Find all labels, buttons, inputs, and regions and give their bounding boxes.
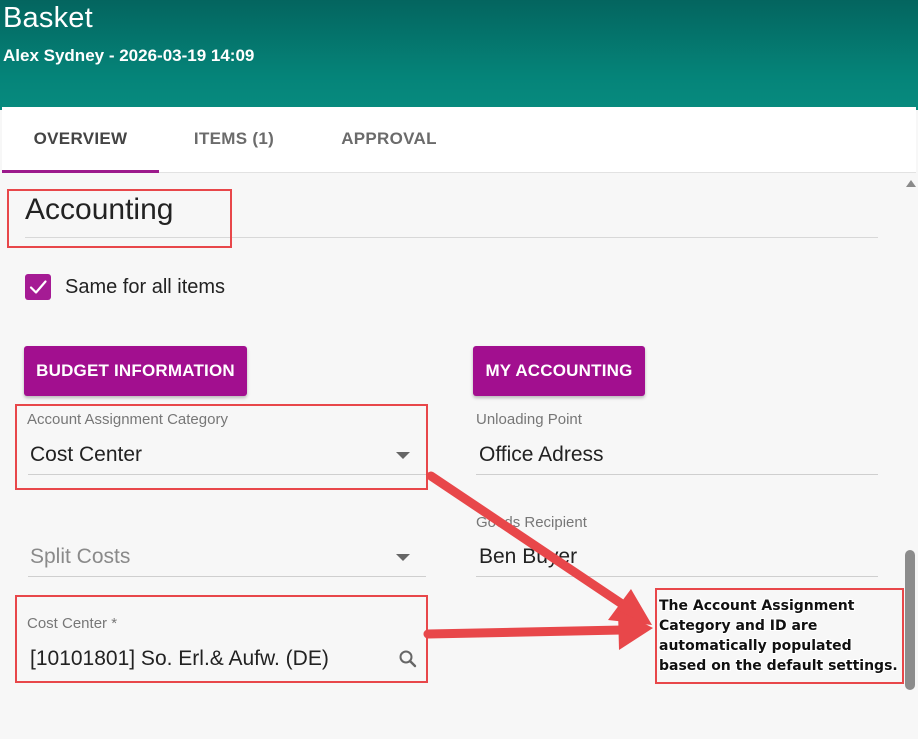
cost-center-value[interactable]: [10101801] So. Erl.& Aufw. (DE) [30,647,329,671]
dropdown-arrow-icon[interactable] [396,554,410,561]
field-underline [476,576,878,577]
account-assignment-label: Account Assignment Category [27,411,228,428]
tab-items[interactable]: ITEMS (1) [159,107,309,173]
budget-information-button[interactable]: BUDGET INFORMATION [24,346,247,396]
tab-approval[interactable]: APPROVAL [309,107,469,173]
page-title: Basket [3,2,93,34]
my-accounting-button[interactable]: MY ACCOUNTING [473,346,645,396]
split-costs-placeholder: Split Costs [30,545,131,568]
page-subtitle: Alex Sydney - 2026-03-19 14:09 [3,46,255,65]
goods-recipient-label: Goods Recipient [476,514,587,531]
search-icon[interactable] [398,649,418,669]
section-title-accounting: Accounting [25,193,174,226]
field-underline [28,576,426,577]
unloading-point-label: Unloading Point [476,411,582,428]
account-assignment-value: Cost Center [30,443,143,466]
scrollbar-thumb[interactable] [905,550,915,690]
unloading-point-value[interactable]: Office Adress [479,443,604,467]
annotation-callout: The Account Assignment Category and ID a… [655,588,904,684]
cost-center-label: Cost Center * [27,615,118,632]
goods-recipient-value[interactable]: Ben Buyer [479,545,577,569]
scroll-up-arrow-icon[interactable] [906,180,916,187]
tab-bar: OVERVIEW ITEMS (1) APPROVAL [2,107,916,173]
field-underline [476,474,878,475]
same-for-all-checkbox[interactable] [25,274,51,300]
field-underline [28,474,426,475]
dropdown-arrow-icon[interactable] [396,452,410,459]
tab-overview[interactable]: OVERVIEW [2,107,159,173]
app-header: Basket Alex Sydney - 2026-03-19 14:09 [0,0,918,110]
section-divider [25,237,878,238]
checkmark-icon [29,280,47,294]
same-for-all-label: Same for all items [65,276,226,298]
